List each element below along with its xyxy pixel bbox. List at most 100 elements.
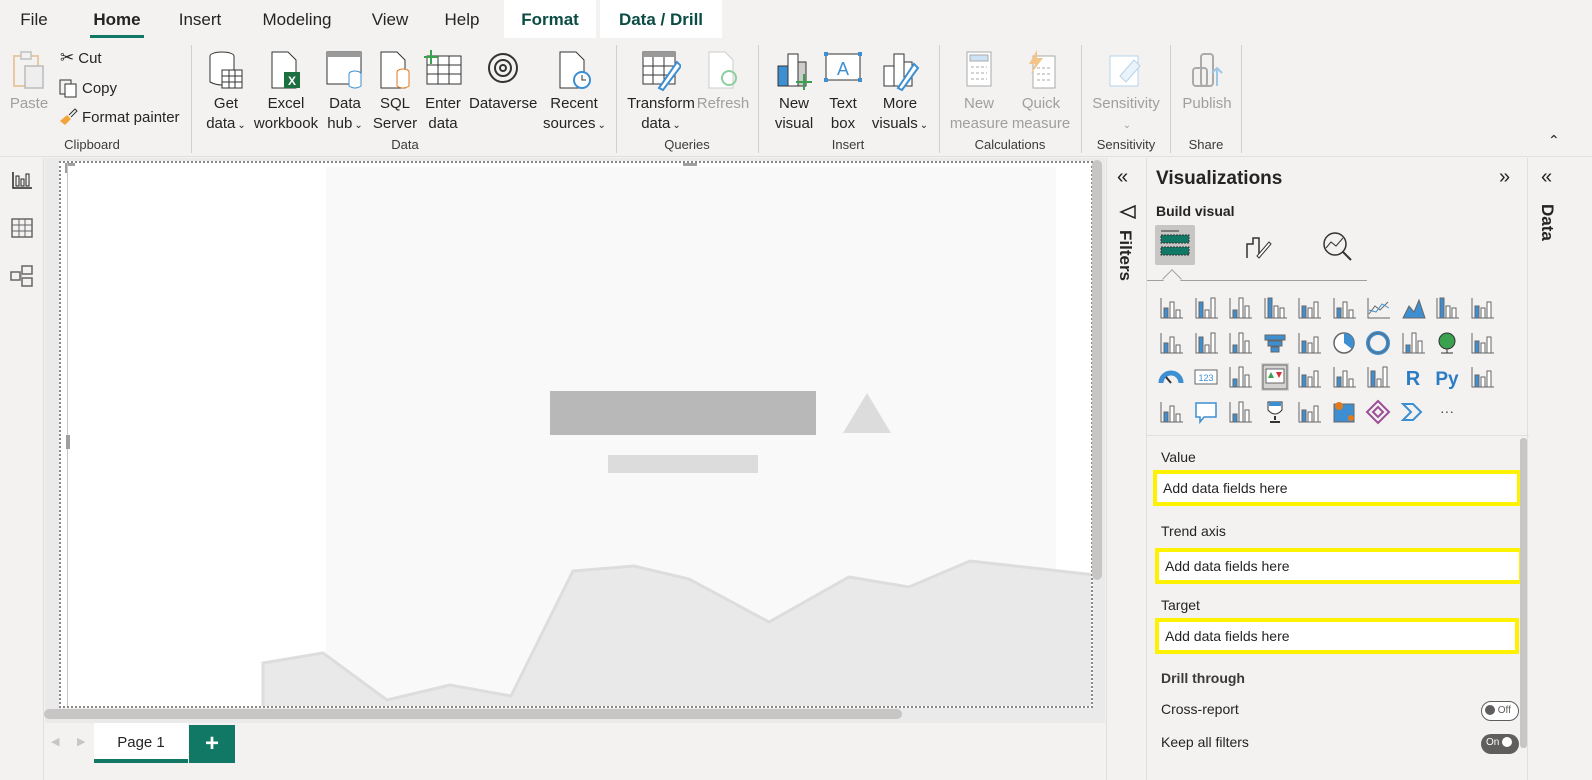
tab-view[interactable]: View [366,0,414,38]
ribbon-chart-icon[interactable] [1192,329,1220,357]
dataverse-icon [488,53,518,83]
canvas-vertical-scrollbar[interactable] [1092,160,1102,580]
decomposition-tree-icon[interactable] [1157,398,1185,426]
resize-handle-left[interactable] [66,435,70,449]
prev-page-icon[interactable]: ◀ [51,735,59,748]
enter-data-button[interactable]: Enter data [421,50,465,134]
get-data-button[interactable]: Get data ⌄ [203,50,249,136]
filled-map-icon[interactable] [1468,329,1496,357]
scatter-chart-icon[interactable] [1295,329,1323,357]
tab-file[interactable]: File [14,0,54,38]
paste-button[interactable]: Paste [8,50,50,114]
analytics-icon[interactable] [1321,230,1355,262]
quick-measure-button[interactable]: Quick measure [1010,50,1072,134]
power-apps-icon[interactable] [1364,398,1392,426]
more-visuals-icon[interactable]: ··· [1433,398,1461,426]
data-pane-label[interactable]: Data [1537,204,1557,241]
tab-home[interactable]: Home [88,0,146,38]
format-painter-button[interactable]: Format painter [58,107,180,127]
table-icon[interactable] [1330,363,1358,391]
model-view-icon[interactable] [8,262,36,290]
azure-map-icon[interactable] [1330,398,1358,426]
new-measure-button[interactable]: New measure [948,50,1010,134]
smart-narrative-icon[interactable] [1226,398,1254,426]
sensitivity-button[interactable]: Sensitivity ⌄ [1088,50,1164,136]
tab-insert[interactable]: Insert [172,0,228,38]
100-stacked-column-chart-icon[interactable] [1330,294,1358,322]
recent-label-1: Recent [550,95,598,112]
publish-button[interactable]: Publish [1180,50,1234,114]
line-and-stacked-column-chart-icon[interactable] [1468,294,1496,322]
copy-button[interactable]: Copy [58,78,117,98]
tab-data-drill[interactable]: Data / Drill [600,0,722,38]
pie-chart-icon[interactable] [1330,329,1358,357]
data-hub-button[interactable]: Data hub ⌄ [323,50,367,136]
new-visual-button[interactable]: New visual [771,50,817,134]
canvas-horizontal-scrollbar[interactable] [44,709,902,719]
treemap-icon[interactable] [1399,329,1427,357]
donut-chart-icon[interactable] [1364,329,1392,357]
refresh-button[interactable]: Refresh [696,50,750,114]
power-automate-icon[interactable] [1399,398,1427,426]
100-stacked-bar-chart-icon[interactable] [1295,294,1323,322]
tab-format[interactable]: Format [504,0,596,38]
clustered-column-chart-icon[interactable] [1261,294,1289,322]
waterfall-chart-icon[interactable] [1226,329,1254,357]
card-icon[interactable]: 123 [1192,363,1220,391]
matrix-icon[interactable] [1364,363,1392,391]
next-page-icon[interactable]: ▶ [77,735,85,748]
more-visuals-button[interactable]: More visuals ⌄ [870,50,930,136]
key-influencers-icon[interactable] [1468,363,1496,391]
map-icon[interactable] [1433,329,1461,357]
expand-filters-icon[interactable]: « [1117,166,1128,189]
tab-modeling[interactable]: Modeling [256,0,338,38]
build-visual-tab[interactable] [1155,225,1195,265]
value-well-dropzone[interactable]: Add data fields here [1153,470,1521,506]
resize-handle-top[interactable] [683,163,697,166]
excel-workbook-button[interactable]: X Excel workbook [253,50,319,134]
r-script-visual-icon[interactable]: R [1399,363,1427,391]
table-view-icon[interactable] [8,214,36,242]
quick-measure-label-1: Quick [1021,95,1061,112]
line-and-clustered-column-chart-icon[interactable] [1157,329,1185,357]
keep-all-filters-state: On [1486,737,1500,748]
excel-icon: X [271,51,300,89]
slicer-icon[interactable] [1295,363,1323,391]
recent-sources-button[interactable]: Recent sources ⌄ [543,50,606,136]
target-well-dropzone[interactable]: Add data fields here [1155,618,1519,654]
pane-scrollbar[interactable] [1520,438,1527,748]
keep-all-filters-toggle[interactable]: On [1481,734,1519,754]
dataverse-button[interactable]: Dataverse [469,50,537,114]
gauge-icon[interactable] [1157,363,1185,391]
filters-label[interactable]: Filters [1115,230,1135,281]
cross-report-toggle[interactable]: Off [1481,701,1519,721]
collapse-visualizations-icon[interactable]: » [1499,166,1510,189]
tab-help[interactable]: Help [440,0,484,38]
add-page-button[interactable]: + [189,725,235,763]
kpi-icon[interactable] [1260,363,1289,391]
kpi-placeholder-visual[interactable] [61,163,1093,708]
line-chart-icon[interactable] [1364,294,1392,322]
page-tab-1[interactable]: Page 1 [94,723,188,763]
stacked-area-chart-icon[interactable] [1433,294,1461,322]
trend-axis-well-dropzone[interactable]: Add data fields here [1155,548,1523,584]
transform-data-button[interactable]: Transform data ⌄ [626,50,696,136]
sql-server-button[interactable]: SQL Server [372,50,418,134]
report-page[interactable] [59,161,1093,708]
collapse-ribbon-icon[interactable]: ⌃ [1548,132,1560,149]
text-box-button[interactable]: A Text box [822,50,864,134]
multi-row-card-icon[interactable] [1226,363,1254,391]
qa-icon[interactable] [1192,398,1220,426]
stacked-column-chart-icon[interactable] [1192,294,1220,322]
area-chart-icon[interactable] [1399,294,1427,322]
stacked-bar-chart-icon[interactable] [1157,294,1185,322]
python-visual-icon[interactable]: Py [1433,363,1461,391]
format-visual-icon[interactable] [1243,230,1275,262]
clustered-bar-chart-icon[interactable] [1226,294,1254,322]
cut-button[interactable]: ✂ Cut [60,48,102,68]
metrics-icon[interactable] [1261,398,1289,426]
report-view-icon[interactable] [8,166,36,194]
paginated-report-icon[interactable] [1295,398,1323,426]
funnel-chart-icon[interactable] [1261,329,1289,357]
expand-data-icon[interactable]: « [1541,166,1552,189]
